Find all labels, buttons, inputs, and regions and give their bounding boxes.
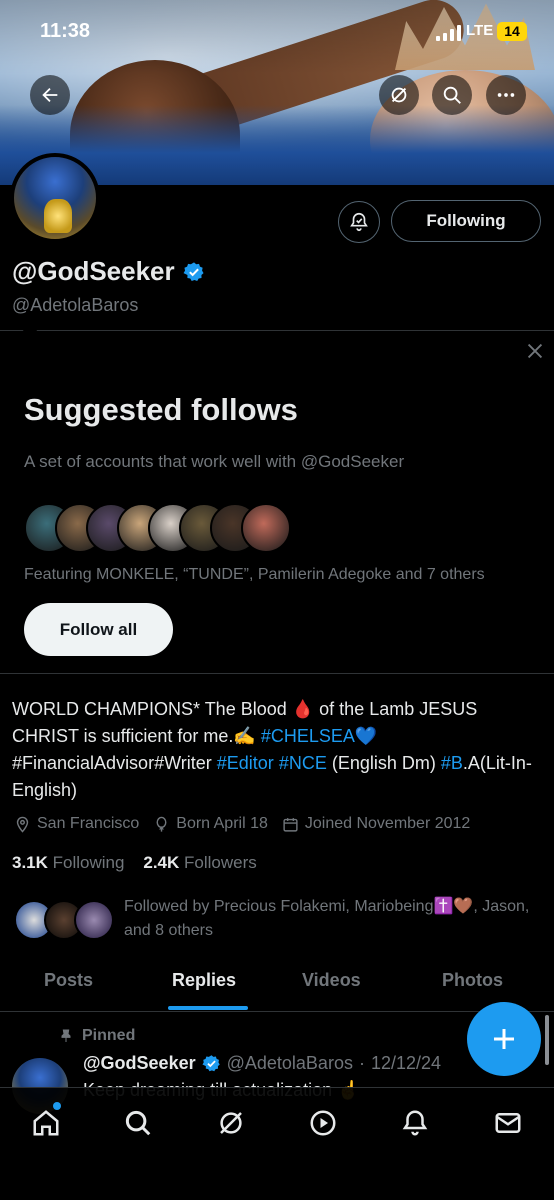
- avatar-trophy: [44, 199, 72, 233]
- notification-bell-icon: [350, 212, 368, 232]
- profile-tabs: Posts Replies Videos Photos: [0, 960, 554, 1012]
- verified-badge-icon: [202, 1055, 220, 1072]
- suggested-avatar[interactable]: [241, 503, 291, 553]
- more-button[interactable]: [486, 75, 526, 115]
- calendar-icon: [283, 817, 298, 832]
- suggested-caret: [22, 322, 38, 332]
- notifications-subscribe-button[interactable]: [338, 201, 380, 243]
- grok-nav-icon[interactable]: [216, 1108, 246, 1138]
- home-icon[interactable]: [31, 1108, 61, 1138]
- bio-text: (English Dm): [326, 753, 441, 773]
- meta-birthday: Born April 18: [153, 815, 268, 833]
- location-text: San Francisco: [37, 815, 140, 832]
- search-button[interactable]: [432, 75, 472, 115]
- bottom-nav: [0, 1087, 554, 1200]
- scrollbar[interactable]: [545, 1015, 549, 1065]
- balloon-icon: [156, 816, 167, 832]
- post-header: @GodSeeker @AdetolaBaros · 12/12/24: [83, 1053, 441, 1074]
- verified-badge-icon[interactable]: [183, 261, 205, 283]
- search-icon: [443, 86, 461, 104]
- bell-nav-icon[interactable]: [400, 1108, 430, 1138]
- followed-by-text[interactable]: Followed by Precious Folakemi, Mariobein…: [124, 895, 534, 943]
- suggested-featuring: Featuring MONKELE, “TUNDE”, Pamilerin Ad…: [24, 566, 485, 583]
- hashtag-link[interactable]: #B: [441, 753, 463, 773]
- post-author-name[interactable]: @GodSeeker: [83, 1053, 196, 1074]
- display-name: @GodSeeker: [12, 256, 205, 287]
- meta-joined: Joined November 2012: [282, 815, 470, 833]
- search-nav-icon[interactable]: [123, 1108, 153, 1138]
- back-arrow-icon: [42, 87, 58, 103]
- follow-stats: 3.1K Following 2.4K Followers: [12, 853, 257, 873]
- display-name-text: @GodSeeker: [12, 256, 175, 286]
- followed-by-avatars[interactable]: [14, 900, 114, 944]
- status-time: 11:38: [40, 20, 91, 42]
- following-count: 3.1K: [12, 853, 48, 872]
- status-bar: 11:38 LTE 14: [0, 0, 554, 60]
- back-button[interactable]: [30, 75, 70, 115]
- network-label: LTE: [466, 22, 494, 39]
- writing-emoji: ✍: [233, 726, 256, 746]
- signal-icon: [436, 25, 461, 41]
- following-label: Following: [52, 853, 125, 872]
- battery-level: 14: [497, 22, 527, 41]
- profile-avatar[interactable]: [10, 153, 100, 243]
- post-author-handle[interactable]: @AdetolaBaros: [227, 1053, 353, 1074]
- tab-photos[interactable]: Photos: [442, 970, 503, 991]
- tab-videos[interactable]: Videos: [302, 970, 361, 991]
- tab-posts[interactable]: Posts: [44, 970, 93, 991]
- following-stat[interactable]: 3.1K Following: [12, 853, 124, 872]
- birthday-text: Born April 18: [176, 815, 268, 832]
- pin-icon: [61, 1029, 71, 1042]
- followers-stat[interactable]: 2.4K Followers: [143, 853, 256, 872]
- pinned-label: Pinned: [58, 1027, 135, 1045]
- plus-icon: [494, 1029, 514, 1049]
- suggested-bottom-divider: [0, 673, 554, 674]
- active-tab-indicator: [168, 1006, 248, 1010]
- mail-icon[interactable]: [493, 1108, 523, 1138]
- blood-emoji: 🩸: [291, 699, 315, 719]
- meta-location: San Francisco: [14, 815, 139, 833]
- grok-icon: [391, 87, 407, 103]
- following-button[interactable]: Following: [391, 200, 541, 242]
- followed-avatar: [74, 900, 114, 940]
- follow-all-button[interactable]: Follow all: [24, 603, 173, 656]
- home-notification-dot: [53, 1102, 61, 1110]
- joined-text: Joined November 2012: [304, 815, 471, 832]
- hashtag-link[interactable]: #Editor: [217, 753, 274, 773]
- heart-emoji: 💙: [354, 726, 378, 746]
- hashtag-link[interactable]: #NCE: [279, 753, 327, 773]
- bio-text: WORLD CHAMPIONS* The Blood: [12, 699, 292, 719]
- followers-count: 2.4K: [143, 853, 180, 872]
- close-icon[interactable]: [524, 340, 546, 362]
- suggested-top-divider: [0, 330, 554, 331]
- followers-label: Followers: [184, 853, 257, 872]
- profile-bio: WORLD CHAMPIONS* The Blood 🩸 of the Lamb…: [12, 696, 542, 804]
- location-pin-icon: [16, 816, 29, 833]
- hashtag-link[interactable]: #CHELSEA: [261, 726, 355, 746]
- tab-replies[interactable]: Replies: [172, 970, 236, 991]
- grok-button[interactable]: [379, 75, 419, 115]
- video-icon[interactable]: [308, 1108, 338, 1138]
- pinned-text: Pinned: [82, 1027, 136, 1044]
- profile-handle: @AdetolaBaros: [12, 295, 139, 315]
- post-date[interactable]: 12/12/24: [371, 1053, 441, 1074]
- profile-meta: San Francisco Born April 18 Joined Novem…: [14, 815, 484, 833]
- more-icon: [497, 93, 515, 97]
- bio-text: #FinancialAdvisor#Writer: [12, 753, 217, 773]
- compose-post-button[interactable]: [467, 1002, 541, 1076]
- post-separator: ·: [358, 1053, 365, 1073]
- suggested-title: Suggested follows: [24, 392, 298, 427]
- suggested-subtitle: A set of accounts that work well with @G…: [24, 452, 405, 471]
